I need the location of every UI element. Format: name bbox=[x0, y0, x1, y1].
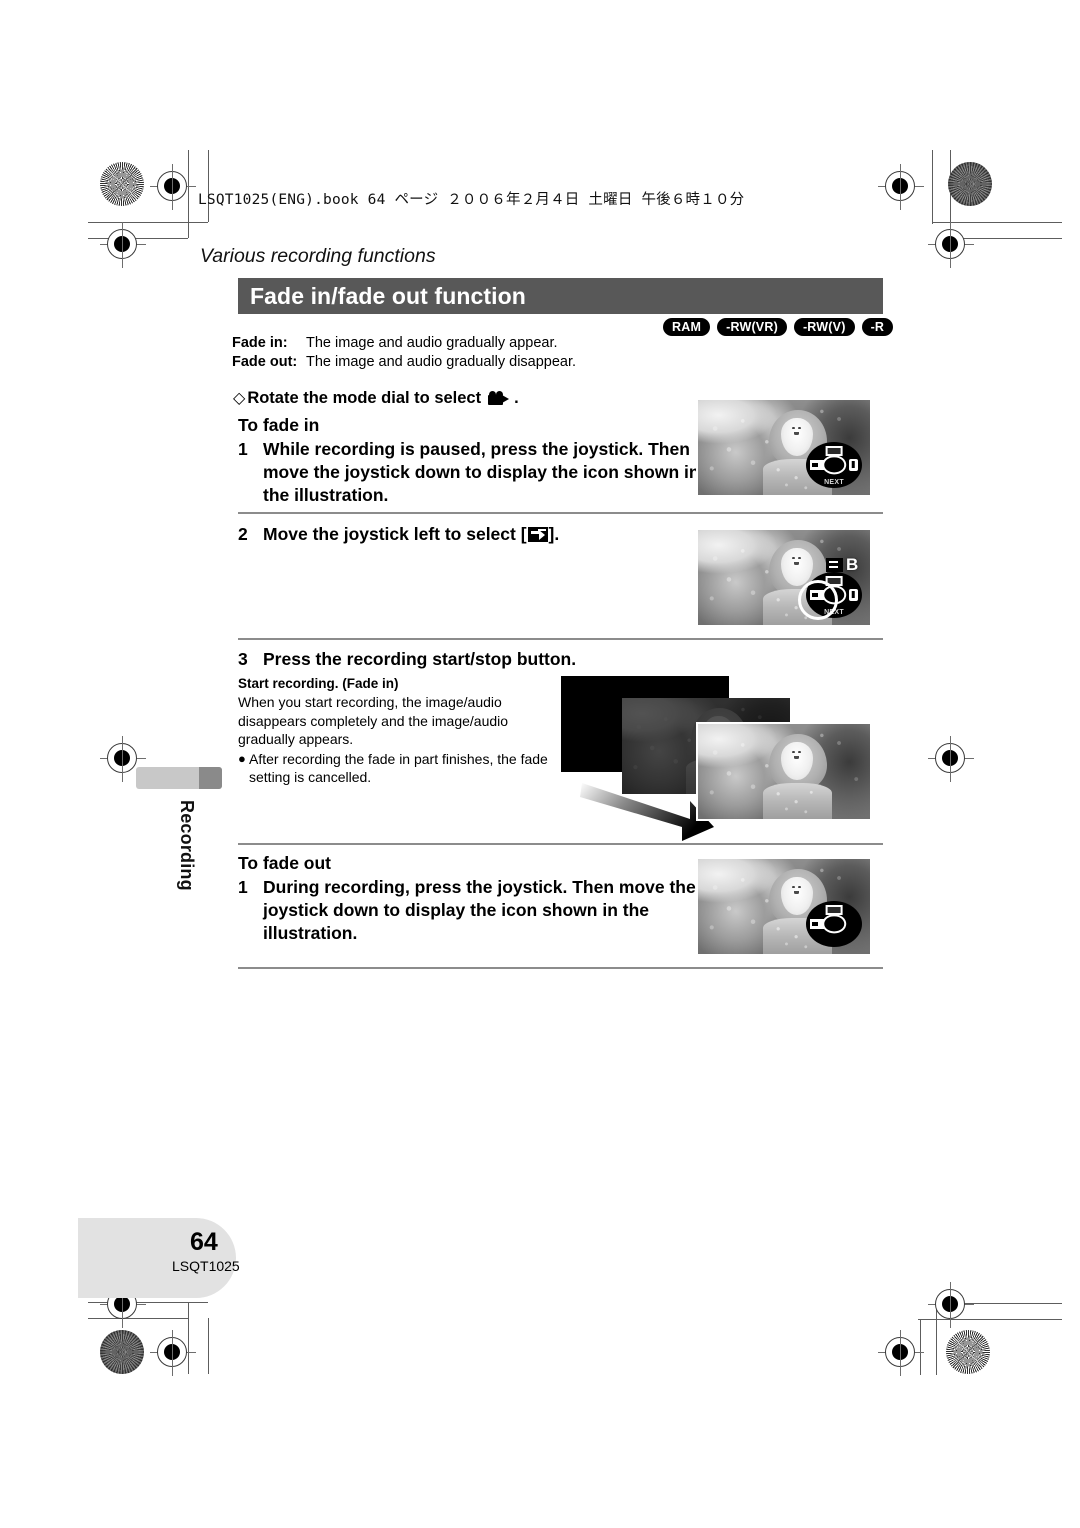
step-number: 1 bbox=[238, 439, 248, 459]
photo-person bbox=[763, 733, 833, 819]
step-text-after: ]. bbox=[548, 524, 560, 544]
page-document-code: LSQT1025 bbox=[172, 1258, 240, 1274]
section-title-bar: Fade in/fade out function bbox=[238, 278, 883, 314]
mode-dial-instruction: ◇ Rotate the mode dial to select . bbox=[233, 388, 519, 408]
page-title: Fade in/fade out function bbox=[250, 282, 526, 309]
badge-ram: RAM bbox=[663, 318, 711, 336]
badge-r: -R bbox=[861, 318, 894, 336]
joystick-next-label: NEXT bbox=[824, 479, 844, 487]
side-tab-label: Recording bbox=[177, 800, 197, 891]
fade-square-icon bbox=[826, 557, 843, 572]
fade-in-step-2-block: 2 Move the joystick left to select []. bbox=[238, 523, 559, 546]
page-number: 64 bbox=[190, 1228, 218, 1256]
mode-dial-period: . bbox=[514, 388, 519, 407]
illustration-fade-sequence-bright-frame bbox=[696, 722, 872, 821]
diamond-bullet-icon: ◇ bbox=[233, 390, 246, 407]
disc-type-badges: RAM -RW(VR) -RW(V) -R bbox=[663, 318, 894, 336]
start-recording-note-bullet: ● After recording the fade in part finis… bbox=[238, 750, 558, 787]
joystick-left-highlight bbox=[798, 580, 838, 620]
definition-term: Fade in: bbox=[232, 335, 288, 351]
definition-term: Fade out: bbox=[232, 354, 298, 370]
illustration-fade-in-step-2: B NEXT bbox=[696, 528, 872, 627]
step-number: 2 bbox=[238, 524, 248, 544]
fade-b-indicator: B bbox=[826, 556, 858, 573]
registration-star-bottom-right bbox=[946, 1330, 990, 1374]
registration-target-lower-left bbox=[150, 1330, 196, 1376]
fade-in-step-2: 2 Move the joystick left to select []. bbox=[238, 523, 559, 546]
fade-b-label: B bbox=[846, 555, 859, 574]
side-tab-cap bbox=[199, 767, 222, 789]
definition-fade-out: Fade out: The image and audio gradually … bbox=[232, 353, 576, 372]
fade-arrow-icon bbox=[527, 527, 548, 542]
step-text-before: Move the joystick left to select [ bbox=[263, 524, 527, 544]
registration-star-bottom-left bbox=[100, 1330, 144, 1374]
book-file-info: LSQT1025(ENG).book 64 ページ ２００６年２月４日 土曜日 … bbox=[198, 192, 745, 208]
fade-out-step-1: 1 During recording, press the joystick. … bbox=[238, 876, 703, 945]
badge-rw-vr: -RW(VR) bbox=[717, 318, 787, 336]
registration-target-upper-left bbox=[100, 222, 146, 268]
side-tab-bar bbox=[136, 767, 222, 789]
registration-star-top-left bbox=[100, 162, 144, 206]
camcorder-icon bbox=[488, 391, 510, 405]
registration-target-top-right bbox=[878, 164, 924, 210]
registration-target-top-left bbox=[150, 164, 196, 210]
divider-after-step-1 bbox=[238, 512, 883, 514]
bullet-dot-icon: ● bbox=[238, 750, 246, 766]
fade-out-heading: To fade out bbox=[238, 853, 331, 873]
mode-dial-text: Rotate the mode dial to select bbox=[247, 388, 482, 407]
definition-fade-in: Fade in: The image and audio gradually a… bbox=[232, 334, 576, 353]
step-text: While recording is paused, press the joy… bbox=[263, 439, 700, 505]
crop-line-bottom-left-v2 bbox=[208, 1318, 210, 1374]
step-text: During recording, press the joystick. Th… bbox=[263, 877, 696, 943]
running-head: Various recording functions bbox=[200, 245, 436, 267]
step-number: 1 bbox=[238, 877, 248, 897]
step-text: Press the recording start/stop button. bbox=[263, 649, 577, 669]
fade-in-section: To fade in 1 While recording is paused, … bbox=[238, 414, 703, 507]
fade-definitions: Fade in: The image and audio gradually a… bbox=[232, 334, 576, 372]
definition-desc: The image and audio gradually appear. bbox=[306, 335, 558, 351]
illustration-fade-in-step-1: NEXT bbox=[696, 398, 872, 497]
crop-line-top-left-v2 bbox=[208, 150, 210, 222]
crop-line-top-right-v bbox=[932, 150, 934, 224]
divider-after-step-2 bbox=[238, 638, 883, 640]
illustration-fade-out-step-1 bbox=[696, 857, 872, 956]
step-text: Move the joystick left to select []. bbox=[263, 523, 559, 546]
start-recording-note-heading: Start recording. (Fade in) bbox=[238, 676, 399, 691]
registration-target-upper-right bbox=[928, 222, 974, 268]
divider-after-fade-in bbox=[238, 843, 883, 845]
divider-after-fade-out bbox=[238, 967, 883, 969]
registration-star-top-right bbox=[948, 162, 992, 206]
registration-target-lower-right bbox=[878, 1330, 924, 1376]
fade-in-step-3-block: 3 Press the recording start/stop button.… bbox=[238, 648, 576, 787]
fade-in-step-1: 1 While recording is paused, press the j… bbox=[238, 438, 703, 507]
badge-rw-v: -RW(V) bbox=[793, 318, 855, 336]
registration-target-mid-right bbox=[928, 736, 974, 782]
step-number: 3 bbox=[238, 649, 248, 669]
definition-desc: The image and audio gradually disappear. bbox=[306, 354, 577, 370]
joystick-osd-icon bbox=[806, 901, 862, 947]
bullet-text: After recording the fade in part finishe… bbox=[249, 750, 548, 786]
fade-in-heading: To fade in bbox=[238, 415, 320, 435]
joystick-osd-icon: NEXT bbox=[806, 442, 862, 488]
fade-in-step-3: 3 Press the recording start/stop button. bbox=[238, 648, 576, 671]
start-recording-note-body: When you start recording, the image/audi… bbox=[238, 694, 509, 747]
registration-target-bottom-right bbox=[928, 1282, 974, 1328]
fade-out-section: To fade out 1 During recording, press th… bbox=[238, 852, 703, 945]
